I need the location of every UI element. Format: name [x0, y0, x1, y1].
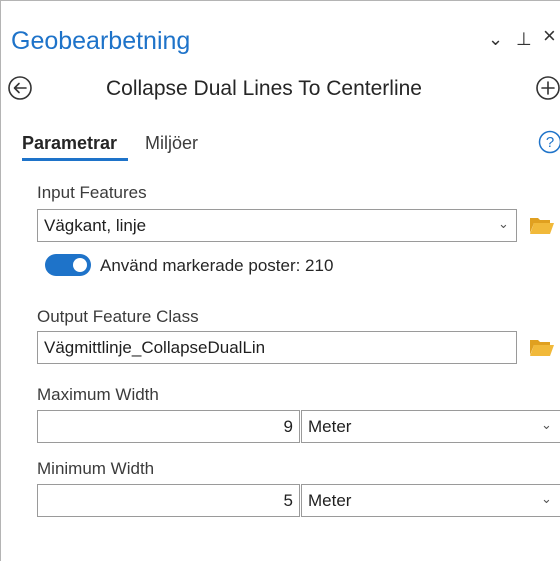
- back-icon[interactable]: [7, 75, 33, 101]
- output-feature-class-input[interactable]: Vägmittlinje_CollapseDualLin: [37, 331, 517, 364]
- pin-icon[interactable]: ⊥: [516, 29, 532, 49]
- tab-environments[interactable]: Miljöer: [145, 133, 198, 154]
- options-chevron-icon[interactable]: ⌄: [488, 29, 503, 49]
- maximum-width-label: Maximum Width: [37, 385, 159, 404]
- browse-folder-icon[interactable]: [529, 214, 555, 236]
- svg-text:?: ?: [546, 134, 554, 151]
- input-features-label: Input Features: [37, 183, 147, 202]
- minimum-width-unit: Meter: [308, 491, 352, 510]
- toggle-knob: [73, 258, 87, 272]
- maximum-width-input[interactable]: 9: [37, 410, 300, 443]
- minimum-width-unit-chevron-icon[interactable]: ⌄: [541, 491, 552, 507]
- input-features-chevron-icon[interactable]: ⌄: [498, 216, 509, 232]
- tool-name: Collapse Dual Lines To Centerline: [106, 77, 422, 100]
- maximum-width-unit-chevron-icon[interactable]: ⌄: [541, 417, 552, 433]
- tab-parameters[interactable]: Parametrar: [22, 133, 117, 154]
- use-selected-toggle[interactable]: [45, 254, 91, 276]
- minimum-width-input[interactable]: 5: [37, 484, 300, 517]
- geoprocessing-pane: Geobearbetning ⌄ ⊥ × Collapse Dual Lines…: [0, 0, 560, 561]
- output-feature-class-value: Vägmittlinje_CollapseDualLin: [44, 338, 266, 357]
- minimum-width-unit-dropdown[interactable]: Meter: [301, 484, 560, 517]
- use-selected-label: Använd markerade poster: 210: [100, 256, 334, 275]
- maximum-width-unit-dropdown[interactable]: Meter: [301, 410, 560, 443]
- add-icon[interactable]: [535, 75, 560, 101]
- input-features-dropdown[interactable]: Vägkant, linje: [37, 209, 517, 242]
- output-feature-class-label: Output Feature Class: [37, 307, 199, 326]
- pane-title: Geobearbetning: [11, 27, 191, 55]
- input-features-value: Vägkant, linje: [44, 216, 147, 235]
- browse-folder-icon[interactable]: [529, 336, 555, 358]
- tab-active-indicator: [22, 158, 128, 161]
- maximum-width-unit: Meter: [308, 417, 352, 436]
- minimum-width-label: Minimum Width: [37, 459, 155, 478]
- maximum-width-value: 9: [283, 417, 293, 436]
- help-icon[interactable]: ?: [538, 130, 560, 154]
- minimum-width-value: 5: [283, 491, 293, 510]
- close-icon[interactable]: ×: [543, 25, 556, 47]
